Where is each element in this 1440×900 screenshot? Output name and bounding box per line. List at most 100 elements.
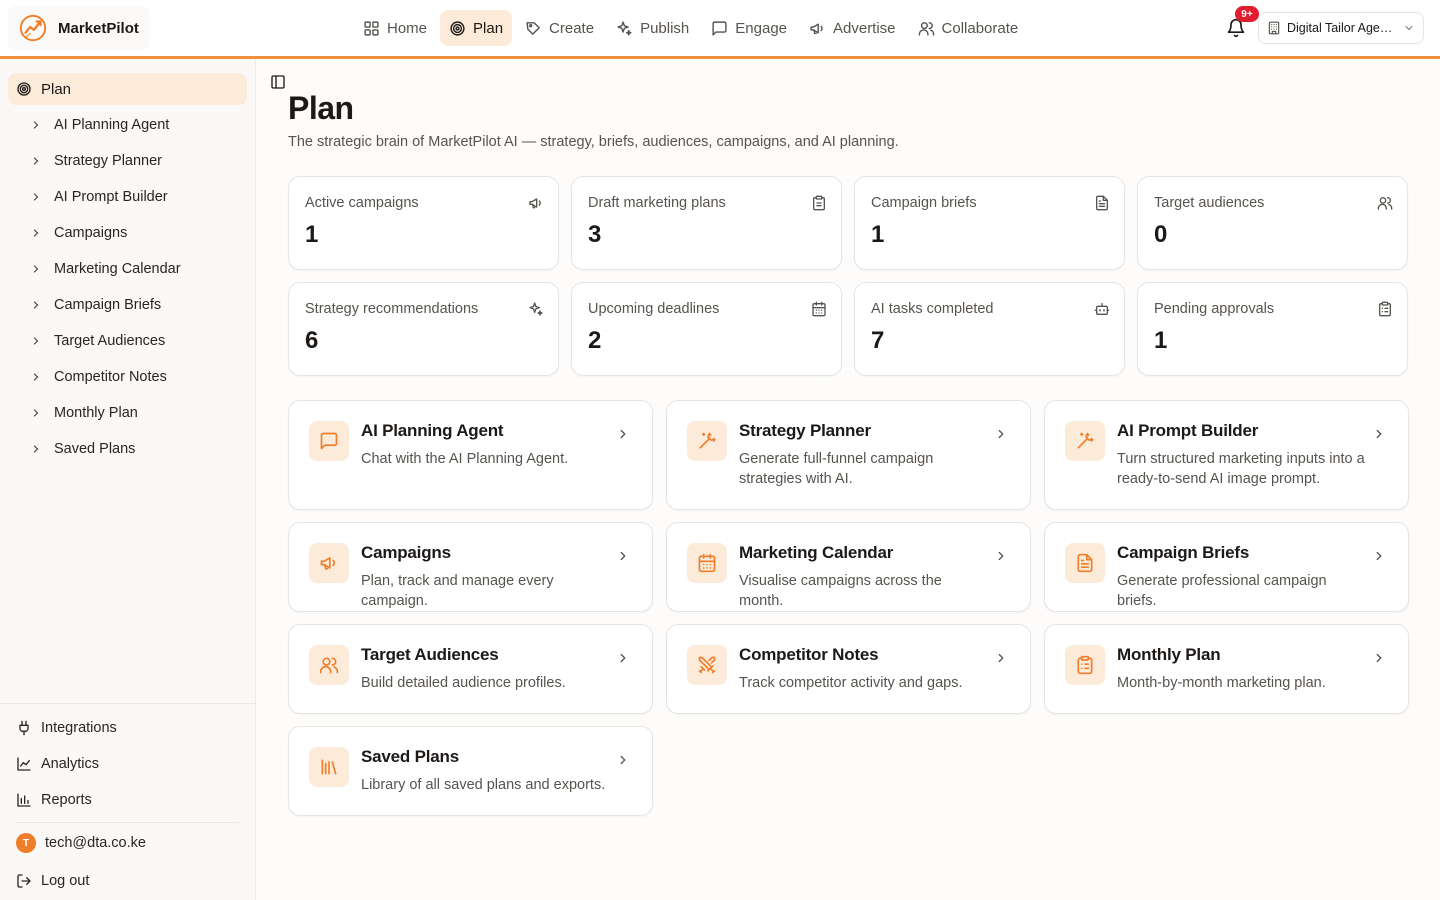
chevron-right-icon — [33, 301, 39, 309]
stat-label: Target audiences — [1154, 195, 1265, 211]
nav-home[interactable]: Home — [354, 10, 436, 46]
card-competitor-notes[interactable]: Competitor Notes Track competitor activi… — [666, 624, 1031, 714]
chevron-right-icon — [620, 755, 626, 765]
swords-icon — [698, 656, 716, 674]
card-saved-plans[interactable]: Saved Plans Library of all saved plans a… — [288, 726, 653, 816]
logout-button[interactable]: Log out — [0, 863, 255, 899]
sidebar-item-strategy-planner[interactable]: Strategy Planner — [24, 143, 248, 179]
card-title: Competitor Notes — [739, 645, 879, 664]
card-ai-planning-agent[interactable]: AI Planning Agent Chat with the AI Plann… — [288, 400, 653, 510]
user-email: tech@dta.co.ke — [45, 835, 146, 851]
card-monthly-plan[interactable]: Monthly Plan Month-by-month marketing pl… — [1044, 624, 1409, 714]
stat-label: Upcoming deadlines — [588, 301, 720, 317]
sidebar-item-reports[interactable]: Reports — [16, 782, 255, 818]
stat-label: AI tasks completed — [871, 301, 994, 317]
card-campaigns[interactable]: Campaigns Plan, track and manage every c… — [288, 522, 653, 612]
message-square-icon — [712, 20, 727, 36]
file-text-icon — [1096, 195, 1108, 211]
chevron-right-icon — [33, 229, 39, 237]
sidebar-section-label: Plan — [41, 80, 72, 98]
nav-engage-label: Engage — [735, 19, 787, 37]
sparkles-icon — [529, 302, 543, 316]
sidebar-item-campaign-briefs[interactable]: Campaign Briefs — [24, 287, 248, 323]
card-icon-box — [1065, 543, 1105, 583]
nav-plan[interactable]: Plan — [440, 10, 513, 46]
clipboard-list-icon — [1379, 301, 1391, 317]
stats-grid: Active campaigns 1 Draft marketing plans… — [288, 176, 1408, 376]
sparkles-icon — [617, 20, 632, 36]
stat-value: 3 — [588, 221, 602, 248]
main-nav: Home Plan Create Publish Engage Advertis… — [354, 10, 1027, 46]
organization-selector[interactable]: Digital Tailor Agen... — [1258, 12, 1424, 44]
card-title: Saved Plans — [361, 747, 459, 766]
nav-advertise[interactable]: Advertise — [800, 10, 905, 46]
panel-left-icon — [271, 75, 285, 89]
chevron-right-icon — [620, 429, 626, 439]
stat-label: Pending approvals — [1154, 301, 1275, 317]
bar-chart-icon — [17, 793, 31, 807]
chevron-right-icon — [33, 337, 39, 345]
card-title: AI Prompt Builder — [1117, 421, 1259, 440]
magic-wand-icon — [699, 432, 716, 449]
notification-badge: 9+ — [1235, 6, 1259, 22]
stat-label: Draft marketing plans — [588, 195, 726, 211]
card-target-audiences[interactable]: Target Audiences Build detailed audience… — [288, 624, 653, 714]
sidebar-item-integrations[interactable]: Integrations — [16, 710, 255, 746]
sidebar-item-campaigns[interactable]: Campaigns — [24, 215, 248, 251]
card-title: Marketing Calendar — [739, 543, 894, 562]
stat-value: 0 — [1154, 221, 1168, 248]
card-strategy-planner[interactable]: Strategy Planner Generate full-funnel ca… — [666, 400, 1031, 510]
card-title: Monthly Plan — [1117, 645, 1221, 664]
megaphone-icon — [529, 198, 541, 209]
card-marketing-calendar[interactable]: Marketing Calendar Visualise campaigns a… — [666, 522, 1031, 612]
sidebar-footer: Integrations Analytics Reports T tech@dt… — [0, 703, 255, 899]
sidebar-item-monthly-plan[interactable]: Monthly Plan — [24, 395, 248, 431]
megaphone-icon — [810, 23, 823, 34]
chevron-right-icon — [1376, 653, 1382, 663]
sidebar-item-ai-prompt-builder[interactable]: AI Prompt Builder — [24, 179, 248, 215]
nav-publish-label: Publish — [640, 19, 690, 37]
chevron-right-icon — [998, 551, 1004, 561]
sidebar-item-marketing-calendar[interactable]: Marketing Calendar — [24, 251, 248, 287]
stat-label: Active campaigns — [305, 195, 419, 211]
card-icon-box — [309, 747, 349, 787]
nav-engage[interactable]: Engage — [702, 10, 796, 46]
card-description: Plan, track and manage every campaign. — [361, 573, 554, 609]
sidebar-toggle-button[interactable] — [270, 74, 286, 90]
stat-card-campaign-briefs: Campaign briefs 1 — [854, 176, 1125, 270]
chevron-right-icon — [1376, 429, 1382, 439]
sidebar-item-competitor-notes[interactable]: Competitor Notes — [24, 359, 248, 395]
nav-create-label: Create — [549, 19, 595, 37]
card-description: Visualise campaigns across the month. — [739, 573, 942, 609]
card-ai-prompt-builder[interactable]: AI Prompt Builder Turn structured market… — [1044, 400, 1409, 510]
target-icon — [450, 20, 465, 36]
plug-icon — [19, 720, 29, 736]
card-title: Campaign Briefs — [1117, 543, 1250, 562]
sidebar-section-plan[interactable]: Plan — [8, 73, 247, 105]
card-title: AI Planning Agent — [361, 421, 504, 440]
chevron-right-icon — [620, 551, 626, 561]
nav-create[interactable]: Create — [516, 10, 603, 46]
brand-name: MarketPilot — [58, 19, 139, 37]
chevron-right-icon — [33, 121, 39, 129]
sidebar-item-saved-plans[interactable]: Saved Plans — [24, 431, 248, 467]
message-icon — [320, 432, 338, 450]
sidebar-item-analytics[interactable]: Analytics — [16, 746, 255, 782]
card-description: Turn structured marketing inputs into a … — [1117, 451, 1365, 487]
chevron-right-icon — [33, 193, 39, 201]
nav-collaborate[interactable]: Collaborate — [909, 10, 1028, 46]
sidebar-item-label: AI Planning Agent — [54, 117, 170, 133]
library-icon — [321, 759, 337, 775]
chevron-right-icon — [998, 429, 1004, 439]
sidebar-item-ai-planning-agent[interactable]: AI Planning Agent — [24, 107, 248, 143]
stat-card-active-campaigns: Active campaigns 1 — [288, 176, 559, 270]
card-campaign-briefs[interactable]: Campaign Briefs Generate professional ca… — [1044, 522, 1409, 612]
brush-icon — [526, 21, 540, 35]
sidebar-item-target-audiences[interactable]: Target Audiences — [24, 323, 248, 359]
sidebar-item-label: Campaign Briefs — [54, 297, 162, 313]
user-account[interactable]: T tech@dta.co.ke — [0, 823, 255, 863]
card-description: Generate professional campaign briefs. — [1117, 573, 1327, 609]
stat-card-ai-tasks-completed: AI tasks completed 7 — [854, 282, 1125, 376]
brand[interactable]: MarketPilot — [8, 6, 150, 50]
nav-publish[interactable]: Publish — [607, 10, 698, 46]
